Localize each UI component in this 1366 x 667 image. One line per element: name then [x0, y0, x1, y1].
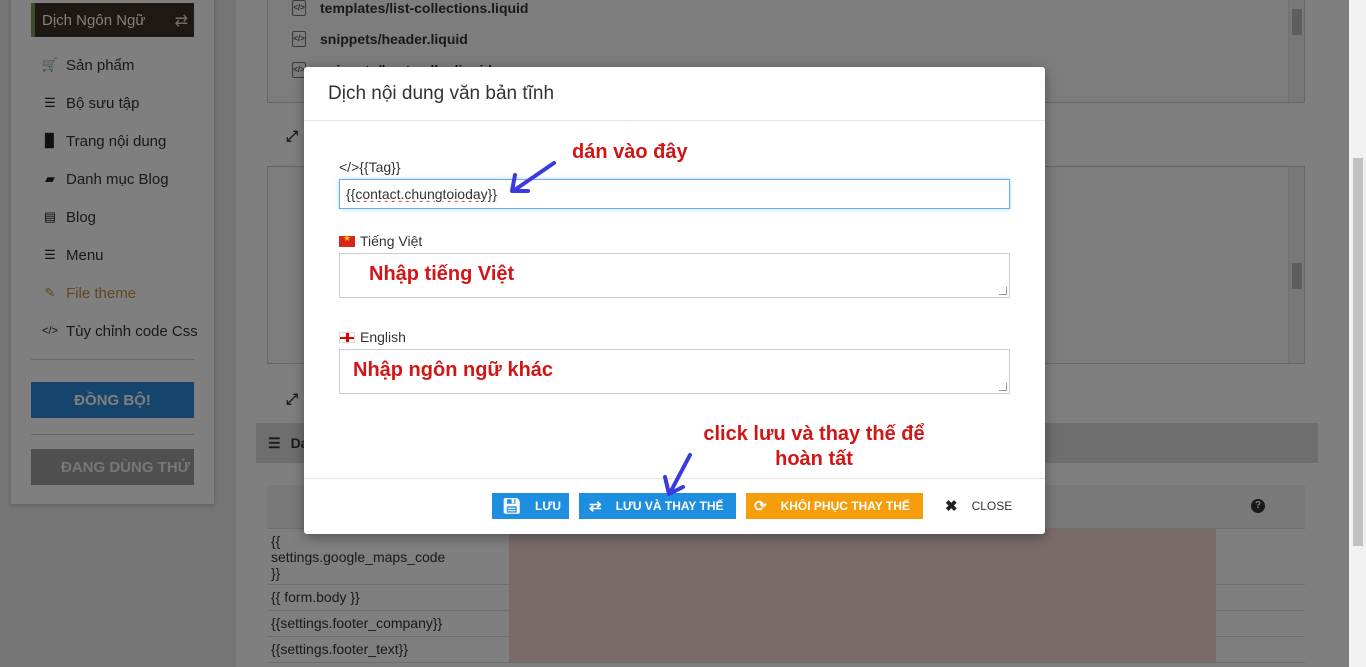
vietnam-flag-icon: [339, 233, 355, 247]
floppy-disk-icon: 💾︎: [502, 498, 522, 515]
save-button-label: LƯU: [535, 499, 561, 513]
save-and-replace-label: LƯU VÀ THAY THẾ: [615, 499, 724, 513]
english-label-text: English: [360, 329, 406, 345]
annotation-click-save: click lưu và thay thế để hoàn tất: [664, 423, 964, 471]
refresh-icon: ⟳: [754, 498, 767, 515]
annotation-enter-vietnamese: Nhập tiếng Việt: [369, 263, 515, 285]
close-button-label: CLOSE: [971, 499, 1013, 513]
page-scrollbar[interactable]: [1349, 0, 1366, 667]
annotation-paste-here: dán vào đây: [572, 141, 688, 163]
resize-handle-icon[interactable]: [999, 383, 1007, 391]
tag-label: </>{{Tag}}: [339, 159, 401, 175]
exchange-icon: ⇄: [589, 498, 602, 515]
divider: [304, 120, 1045, 121]
restore-button[interactable]: ⟳ KHÔI PHỤC THAY THẾ: [746, 493, 923, 519]
annotation-line: hoàn tất: [775, 448, 853, 470]
tag-input[interactable]: [339, 179, 1010, 209]
resize-handle-icon[interactable]: [999, 287, 1007, 295]
scrollbar-thumb[interactable]: [1353, 158, 1363, 546]
close-icon: ✖: [945, 498, 958, 515]
vietnamese-label-text: Tiếng Việt: [360, 233, 423, 249]
annotation-enter-other-language: Nhập ngôn ngữ khác: [353, 359, 554, 381]
modal-title: Dịch nội dung văn bản tĩnh: [328, 83, 555, 104]
save-button[interactable]: 💾︎ LƯU: [492, 493, 569, 519]
translate-static-text-modal: Dịch nội dung văn bản tĩnh </>{{Tag}} dá…: [304, 67, 1045, 534]
vietnamese-label: Tiếng Việt: [339, 233, 422, 249]
annotation-line: click lưu và thay thế để: [703, 423, 925, 445]
close-button[interactable]: ✖ CLOSE: [937, 493, 1017, 519]
england-flag-icon: [339, 331, 355, 343]
restore-button-label: KHÔI PHỤC THAY THẾ: [780, 499, 910, 513]
arrow-to-tag-input-icon: [510, 161, 556, 193]
save-and-replace-button[interactable]: ⇄ LƯU VÀ THAY THẾ: [579, 493, 736, 519]
english-label: English: [339, 329, 406, 345]
arrow-to-save-replace-icon: [663, 453, 692, 496]
